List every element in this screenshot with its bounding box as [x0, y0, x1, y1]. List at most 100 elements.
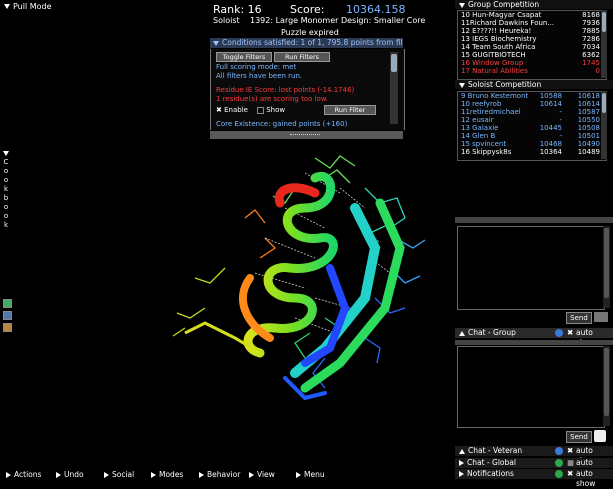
list-item[interactable]: 12 E????!! Heureka! 7885: [461, 27, 604, 35]
conditions-scroll-thumb[interactable]: [391, 54, 397, 72]
puzzle-status: Puzzle expired: [281, 28, 339, 37]
chat-group-log[interactable]: [457, 226, 605, 310]
menu-social[interactable]: Social: [104, 470, 134, 479]
chat-veteran-tab[interactable]: Chat - Veteran ✖ auto show: [455, 446, 613, 465]
list-item[interactable]: 13 IEGS Biochemistry 7286: [461, 35, 604, 43]
chevron-down-icon: [4, 4, 10, 9]
row-score-current: -: [559, 108, 562, 116]
scroll-thumb[interactable]: [602, 12, 606, 32]
menu-view[interactable]: View: [249, 470, 275, 479]
menu-modes[interactable]: Modes: [151, 470, 183, 479]
full-scoring-text: Full scoring mode: met: [216, 63, 297, 71]
menu-undo[interactable]: Undo: [56, 470, 84, 479]
chat-group-tab[interactable]: Chat - Group ✖ auto show: [455, 328, 613, 347]
info-icon[interactable]: [555, 447, 563, 455]
chat-veteran-scrollbar[interactable]: [603, 346, 610, 426]
group-competition-header[interactable]: Group Competition: [455, 0, 613, 9]
list-item[interactable]: 16 Skippysk8s 10364 10489: [461, 148, 604, 156]
notes-icon[interactable]: [3, 323, 12, 332]
camera-icon[interactable]: [594, 312, 608, 322]
soloist-competition-header[interactable]: Soloist Competition: [455, 80, 613, 89]
menu-menu-label: Menu: [304, 470, 325, 479]
list-item[interactable]: 11retiredmichael - 10587: [461, 108, 604, 116]
scroll-thumb[interactable]: [604, 348, 609, 416]
chevron-right-icon: [249, 472, 254, 478]
pull-mode-toggle[interactable]: Pull Mode: [4, 2, 52, 11]
list-item[interactable]: 14 Team South Africa 7034: [461, 43, 604, 51]
list-item[interactable]: 17 Natural Abilities 0: [461, 67, 604, 75]
scroll-thumb[interactable]: [604, 228, 609, 298]
chat-group-scrollbar[interactable]: [603, 226, 610, 308]
chat-global-tab[interactable]: Chat - Global ■ auto show: [455, 458, 613, 477]
chat-veteran-label: Chat - Veteran: [468, 446, 523, 455]
row-name: 15 GUGITBIOTECH: [461, 51, 526, 59]
row-score-best: 10508: [577, 124, 600, 132]
list-item[interactable]: 15 spvincent 10468 10490: [461, 140, 604, 148]
chat-resize-handle[interactable]: [455, 217, 613, 223]
list-item[interactable]: 11Richard Dawkins Foun... 7936: [461, 19, 604, 27]
show-checkbox[interactable]: Show: [257, 106, 285, 114]
chevron-right-icon: [296, 472, 301, 478]
row-name: 13 Galaxie: [461, 124, 499, 132]
row-name: 16 Window Group: [461, 59, 524, 67]
menu-actions[interactable]: Actions: [6, 470, 41, 479]
list-item[interactable]: 16 Window Group 1745: [461, 59, 604, 67]
row-score: 7034: [582, 43, 600, 51]
send-button[interactable]: Send: [566, 431, 592, 443]
list-item[interactable]: 10 Hun-Magyar Csapat 8168: [461, 11, 604, 19]
row-score-best: 10614: [577, 100, 600, 108]
run-filters-button[interactable]: Run Filters: [274, 52, 330, 62]
list-item[interactable]: 10 reefyrob 10614 10614: [461, 100, 604, 108]
info-icon[interactable]: [555, 470, 563, 478]
send-button[interactable]: Send: [566, 312, 592, 324]
list-item[interactable]: 13 Galaxie 10445 10508: [461, 124, 604, 132]
group-list-scrollbar[interactable]: [601, 10, 607, 78]
menu-menu[interactable]: Menu: [296, 470, 325, 479]
clock-icon[interactable]: [594, 430, 606, 442]
row-name: 11Richard Dawkins Foun...: [461, 19, 555, 27]
chevron-up-icon: [459, 448, 465, 454]
run-filter-button[interactable]: Run Filter: [324, 105, 376, 115]
notifications-tab[interactable]: Notifications ✖ auto show: [455, 469, 613, 488]
info-icon[interactable]: [555, 459, 563, 467]
puzzle-title: 1392: Large Monomer Design: Smaller Core: [250, 16, 426, 25]
cookbook-letter: o: [3, 203, 9, 211]
chevron-up-icon: [459, 330, 465, 336]
chevron-down-icon: [3, 151, 9, 156]
chat-resize-handle[interactable]: [455, 340, 613, 345]
scroll-thumb[interactable]: [602, 93, 606, 113]
cookbook-letter: o: [3, 212, 9, 220]
list-item[interactable]: 14 Glen B - 10501: [461, 132, 604, 140]
auto-show-checkbox[interactable]: ■: [567, 458, 574, 468]
toggle-filters-button[interactable]: Toggle Filters: [216, 52, 272, 62]
list-item[interactable]: 12 eusair - 10550: [461, 116, 604, 124]
mode-label: Soloist: [213, 16, 240, 25]
cookbook-tab[interactable]: C o o k b o o k: [2, 151, 10, 230]
cookbook-letter: C: [3, 158, 9, 166]
enable-checkbox[interactable]: ✖ Enable: [216, 106, 248, 114]
row-score-best: 10618: [577, 92, 600, 100]
row-name: 15 spvincent: [461, 140, 507, 148]
menu-behavior[interactable]: Behavior: [199, 470, 240, 479]
soloist-list-scrollbar[interactable]: [601, 91, 607, 159]
info-icon[interactable]: [555, 329, 563, 337]
auto-show-checkbox[interactable]: ✖: [567, 328, 573, 338]
chat-veteran-log[interactable]: [457, 346, 605, 428]
conditions-header[interactable]: Conditions satisfied: 1 of 1, 795.8 poin…: [210, 38, 403, 48]
menu-social-label: Social: [112, 470, 135, 479]
protein-viewport[interactable]: [165, 148, 435, 418]
auto-show-checkbox[interactable]: ✖: [567, 446, 573, 456]
row-name: 12 eusair: [461, 116, 494, 124]
auto-show-checkbox[interactable]: ✖: [567, 469, 573, 479]
list-item[interactable]: 9 Bruno Kestemont 10588 10618: [461, 92, 604, 100]
row-score-current: 10364: [539, 148, 562, 156]
rank-label: Rank: 16: [213, 3, 262, 16]
row-name: 14 Team South Africa: [461, 43, 536, 51]
score-label: Score:: [290, 3, 325, 16]
script-icon[interactable]: [3, 311, 12, 320]
list-item[interactable]: 15 GUGITBIOTECH 6362: [461, 51, 604, 59]
chevron-right-icon: [459, 471, 464, 477]
red-helix-segment: [274, 183, 320, 208]
recipe-icon[interactable]: [3, 299, 12, 308]
pull-mode-label: Pull Mode: [13, 2, 52, 11]
